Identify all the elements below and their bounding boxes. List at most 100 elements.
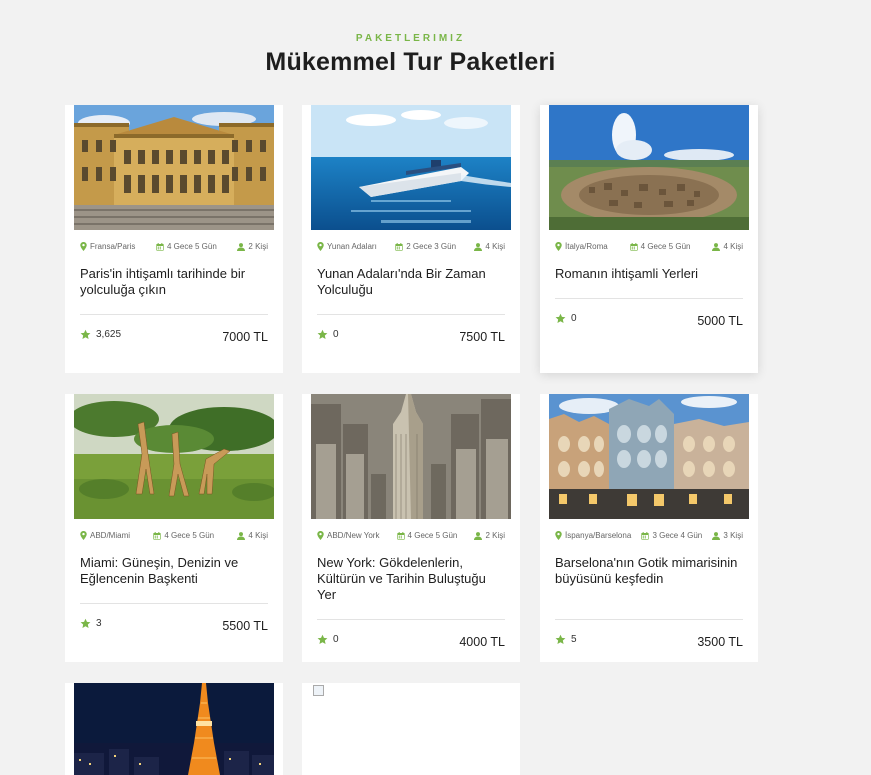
package-meta: ABD/New York 4 Gece 5 Gün 2 Kişi (317, 531, 505, 540)
package-meta: İspanya/Barselona 3 Gece 4 Gün 3 Kişi (555, 531, 743, 540)
duration-text: 4 Gece 5 Gün (407, 531, 458, 540)
package-title[interactable]: Yunan Adaları'nda Bir Zaman Yolculuğu (317, 266, 507, 298)
package-card-barcelona[interactable]: İspanya/Barselona 3 Gece 4 Gün 3 Kişi Ba… (540, 394, 758, 662)
star-icon (317, 329, 328, 340)
map-marker-icon (317, 242, 324, 251)
people: 3 Kişi (712, 531, 743, 540)
package-title[interactable]: Paris'in ihtişamlı tarihinde bir yolculu… (80, 266, 270, 298)
duration: 2 Gece 3 Gün (395, 242, 456, 251)
people-text: 4 Kişi (248, 531, 268, 540)
people-text: 4 Kişi (485, 242, 505, 251)
card-divider (80, 314, 268, 315)
location: ABD/New York (317, 531, 379, 540)
location-text: ABD/Miami (90, 531, 131, 540)
calendar-icon (395, 243, 403, 251)
package-card-miami[interactable]: ABD/Miami 4 Gece 5 Gün 4 Kişi Miami: Gün… (65, 394, 283, 662)
location-text: İspanya/Barselona (565, 531, 632, 540)
package-rating: 3,625 (80, 329, 121, 340)
duration-text: 4 Gece 5 Gün (640, 242, 691, 251)
calendar-icon (630, 243, 638, 251)
package-image-barcelona[interactable] (549, 394, 749, 519)
package-title[interactable]: New York: Gökdelenlerin, Kültürün ve Tar… (317, 555, 507, 603)
package-title[interactable]: Barselona'nın Gotik mimarisinin büyüsünü… (555, 555, 745, 587)
package-card-greek-islands[interactable]: Yunan Adaları 2 Gece 3 Gün 4 Kişi Yunan … (302, 105, 520, 373)
card-divider (317, 619, 505, 620)
people-text: 3 Kişi (723, 531, 743, 540)
duration-text: 4 Gece 5 Gün (164, 531, 215, 540)
duration: 4 Gece 5 Gün (156, 242, 217, 251)
star-icon (80, 329, 91, 340)
location-text: Fransa/Paris (90, 242, 136, 251)
star-icon (80, 618, 91, 629)
star-icon (555, 634, 566, 645)
card-divider (555, 619, 743, 620)
star-icon (317, 634, 328, 645)
package-rating: 0 (317, 329, 339, 340)
package-meta: Fransa/Paris 4 Gece 5 Gün 2 Kişi (80, 242, 268, 251)
package-image-rome[interactable] (549, 105, 749, 230)
location: Fransa/Paris (80, 242, 135, 251)
package-card-paris[interactable]: Fransa/Paris 4 Gece 5 Gün 2 Kişi Paris'i… (65, 105, 283, 373)
location: İspanya/Barselona (555, 531, 631, 540)
package-meta: Yunan Adaları 2 Gece 3 Gün 4 Kişi (317, 242, 505, 251)
rating-value: 0 (333, 634, 339, 645)
package-card-image-missing[interactable] (302, 683, 520, 775)
card-divider (555, 298, 743, 299)
people: 2 Kişi (237, 242, 268, 251)
map-marker-icon (80, 531, 87, 540)
star-icon (555, 313, 566, 324)
package-price: 7000 TL (222, 330, 268, 344)
duration: 4 Gece 5 Gün (397, 531, 458, 540)
package-price: 3500 TL (697, 635, 743, 649)
calendar-icon (153, 532, 161, 540)
package-image-miami[interactable] (74, 394, 274, 519)
duration-text: 4 Gece 5 Gün (166, 242, 217, 251)
user-icon (712, 532, 720, 540)
package-price: 5500 TL (222, 619, 268, 633)
package-card-new-york[interactable]: ABD/New York 4 Gece 5 Gün 2 Kişi New Yor… (302, 394, 520, 662)
location-text: Yunan Adaları (327, 242, 377, 251)
section-eyebrow: PAKETLERIMIZ (355, 33, 466, 44)
calendar-icon (641, 532, 649, 540)
package-image-new-york[interactable] (311, 394, 511, 519)
people: 2 Kişi (474, 531, 505, 540)
package-title[interactable]: Miami: Güneşin, Denizin ve Eğlencenin Ba… (80, 555, 270, 587)
package-rating: 5 (555, 634, 577, 645)
map-marker-icon (555, 531, 562, 540)
location-text: İtalya/Roma (565, 242, 608, 251)
package-price: 4000 TL (459, 635, 505, 649)
map-marker-icon (317, 531, 324, 540)
user-icon (474, 243, 482, 251)
rating-value: 3 (96, 618, 102, 629)
package-rating: 0 (555, 313, 577, 324)
people: 4 Kişi (237, 531, 268, 540)
package-rating: 0 (317, 634, 339, 645)
location-text: ABD/New York (327, 531, 380, 540)
location: Yunan Adaları (317, 242, 377, 251)
broken-image-icon (313, 685, 324, 696)
duration: 4 Gece 5 Gün (153, 531, 214, 540)
package-meta: ABD/Miami 4 Gece 5 Gün 4 Kişi (80, 531, 268, 540)
rating-value: 5 (571, 634, 577, 645)
package-card-rome[interactable]: İtalya/Roma 4 Gece 5 Gün 4 Kişi Romanın … (540, 105, 758, 373)
people: 4 Kişi (474, 242, 505, 251)
user-icon (712, 243, 720, 251)
package-meta: İtalya/Roma 4 Gece 5 Gün 4 Kişi (555, 242, 743, 251)
duration: 3 Gece 4 Gün (641, 531, 702, 540)
card-divider (80, 603, 268, 604)
package-image-greek-islands[interactable] (311, 105, 511, 230)
package-card-tokyo[interactable] (65, 683, 283, 775)
people-text: 2 Kişi (485, 531, 505, 540)
section-title: Mükemmel Tur Paketleri (265, 48, 556, 76)
package-rating: 3 (80, 618, 102, 629)
rating-value: 3,625 (96, 329, 122, 340)
package-title[interactable]: Romanın ihtişamli Yerleri (555, 266, 745, 282)
package-image-tokyo[interactable] (74, 683, 274, 775)
location: İtalya/Roma (555, 242, 608, 251)
location: ABD/Miami (80, 531, 130, 540)
user-icon (237, 532, 245, 540)
package-image-paris[interactable] (74, 105, 274, 230)
duration: 4 Gece 5 Gün (630, 242, 691, 251)
people-text: 4 Kişi (723, 242, 743, 251)
user-icon (237, 243, 245, 251)
